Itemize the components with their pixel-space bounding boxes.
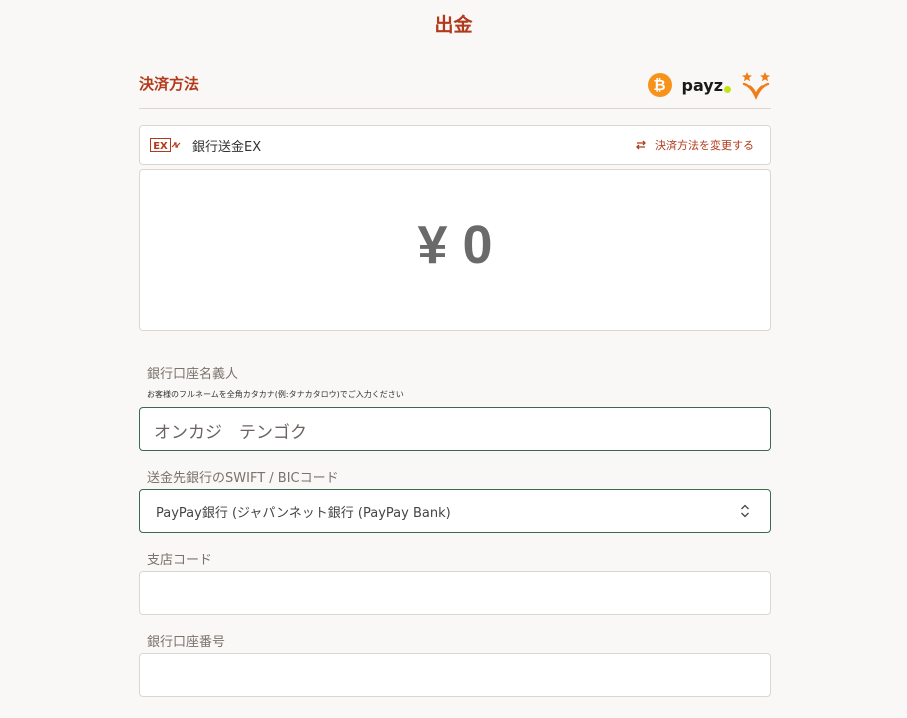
swift-bank-select[interactable]: PayPay銀行 (ジャパンネット銀行 (PayPay Bank)	[139, 489, 771, 533]
account-name-input[interactable]: オンカジ テンゴク	[139, 407, 771, 451]
payment-method-header: 決済方法 ₿ payz	[139, 62, 771, 109]
account-name-label: 銀行口座名義人	[147, 367, 239, 382]
account-number-label: 銀行口座番号	[147, 635, 226, 650]
section-title: 決済方法	[139, 75, 200, 93]
page-title: 出金	[434, 14, 473, 36]
swift-label: 送金先銀行のSWIFT / BICコード	[147, 471, 339, 486]
payment-logos: ₿ payz	[647, 70, 772, 100]
payment-method-row: EX 銀行送金EX 決済方法を変更する	[139, 125, 771, 165]
payz-logo: payz	[681, 75, 731, 95]
swap-icon	[636, 140, 646, 150]
amount-display[interactable]: ¥ 0	[139, 169, 771, 331]
ex-logo-text: EX	[153, 141, 168, 152]
branch-code-label: 支店コード	[147, 553, 213, 568]
payz-logo-text: payz	[681, 75, 724, 95]
bank-transfer-ex-icon: EX	[150, 138, 181, 152]
branch-code-input[interactable]	[139, 571, 771, 615]
account-name-hint: お客様のフルネームを全角カタカナ(例:タナカタロウ)でご入力ください	[147, 390, 404, 399]
change-payment-method-label: 決済方法を変更する	[655, 139, 754, 152]
stars-logo	[742, 72, 770, 100]
amount-value: ¥ 0	[417, 215, 493, 275]
bitcoin-icon: ₿	[647, 73, 672, 97]
account-name-value: オンカジ テンゴク	[154, 423, 307, 443]
payment-method-name: 銀行送金EX	[192, 140, 262, 155]
payz-dot-icon	[724, 85, 731, 93]
swift-selected-value: PayPay銀行 (ジャパンネット銀行 (PayPay Bank)	[156, 506, 451, 521]
chevron-up-down-icon	[741, 504, 749, 518]
change-payment-method-button[interactable]: 決済方法を変更する	[635, 137, 754, 153]
account-number-input[interactable]	[139, 653, 771, 697]
